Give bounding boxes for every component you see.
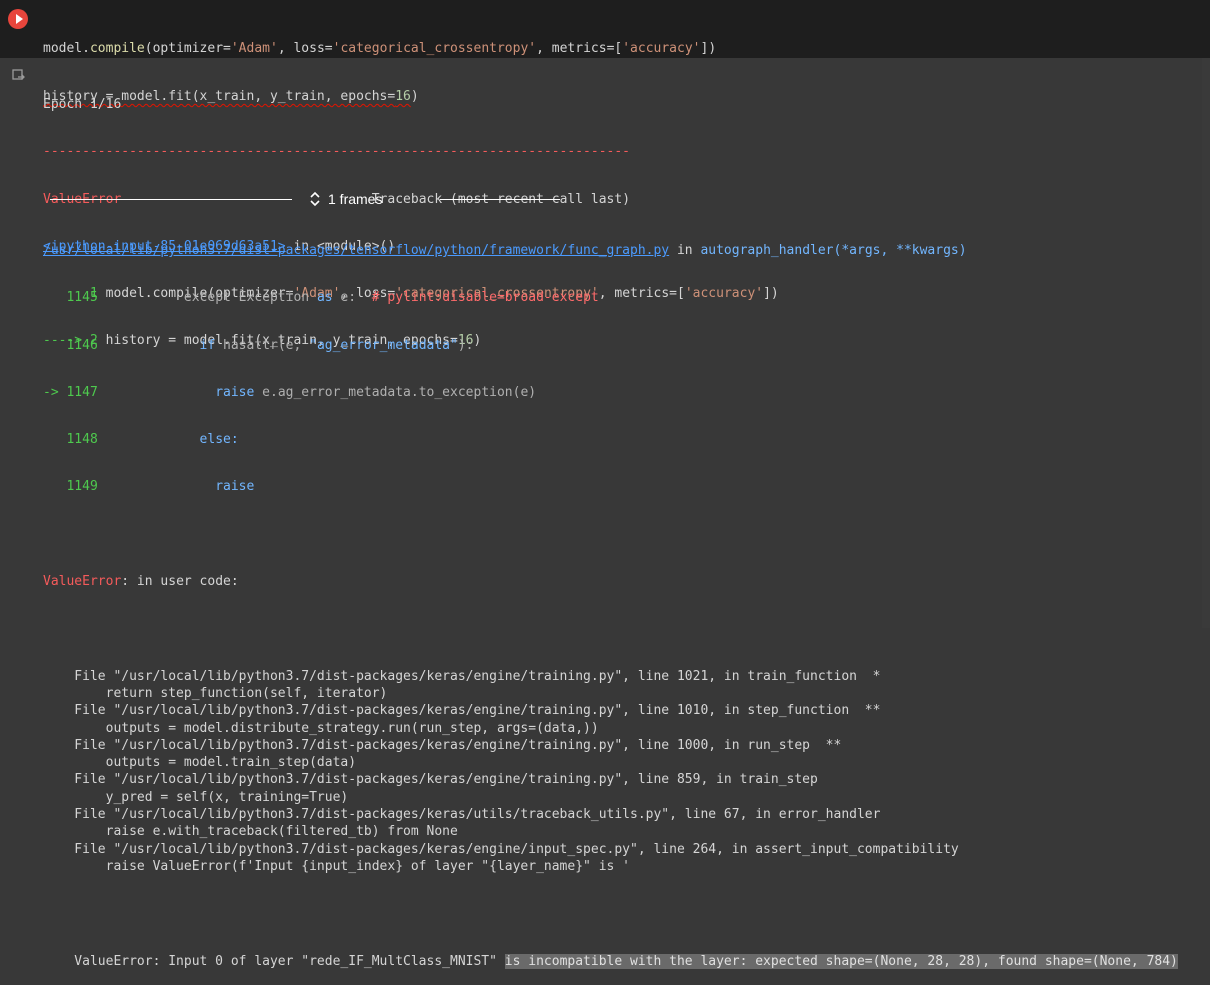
- code-token: raise: [215, 479, 255, 495]
- traceback-line: File "/usr/local/lib/python3.7/dist-pack…: [43, 807, 881, 823]
- run-cell-button[interactable]: [8, 9, 28, 29]
- code-token: hasattr(e,: [215, 337, 310, 353]
- frames-divider: [50, 199, 292, 200]
- output-scrollbar[interactable]: [1202, 58, 1210, 628]
- traceback-line: File "/usr/local/lib/python3.7/dist-pack…: [43, 703, 881, 719]
- code-token: except Exception: [105, 290, 317, 306]
- code-token: , metrics=[: [536, 41, 623, 56]
- line-number: -> 1147: [43, 384, 106, 400]
- line-number: 1148: [43, 432, 106, 448]
- traceback-line: raise ValueError(f'Input {input_index} o…: [43, 858, 630, 874]
- frame-line-1147: -> 1147 raise e.ag_error_metadata.to_exc…: [43, 384, 1203, 401]
- error-message-highlight: is incompatible with the layer: expected…: [504, 953, 1178, 969]
- frame-line-1148: 1148 else:: [43, 431, 1203, 448]
- code-token: e:: [332, 290, 372, 306]
- traceback-line: outputs = model.train_step(data): [43, 755, 357, 771]
- traceback-line: outputs = model.distribute_strategy.run(…: [43, 720, 599, 736]
- line-number: 1149: [43, 479, 106, 495]
- func-graph-link[interactable]: /usr/local/lib/python3.7/dist-packages/t…: [43, 243, 669, 258]
- code-token: e.ag_error_metadata.to_exception(e): [254, 384, 537, 400]
- epoch-line: Epoch 1/16: [43, 97, 122, 112]
- line-number: 1146: [43, 337, 106, 353]
- frame-line-1146: 1146 if hasattr(e, "ag_error_metadata"):: [43, 337, 1203, 354]
- frame-line-1149: 1149 raise: [43, 478, 1203, 495]
- frame-line-1145: 1145 except Exception as e: # pylint:dis…: [43, 289, 1203, 306]
- frames-toggle[interactable]: 1 frames: [50, 191, 560, 207]
- in-user-code-text: : in user code:: [121, 574, 239, 590]
- traceback-separator: ----------------------------------------…: [43, 144, 630, 160]
- frame-location: /usr/local/lib/python3.7/dist-packages/t…: [43, 242, 1203, 259]
- code-token: raise: [215, 384, 255, 400]
- error-name: ValueError: [43, 574, 122, 590]
- in-text: in: [669, 243, 701, 258]
- code-token: , loss=: [277, 41, 333, 56]
- traceback-line: File "/usr/local/lib/python3.7/dist-pack…: [43, 668, 881, 684]
- traceback-line: File "/usr/local/lib/python3.7/dist-pack…: [43, 841, 959, 857]
- cell-output-frames: /usr/local/lib/python3.7/dist-packages/t…: [43, 212, 1203, 985]
- traceback-line: raise e.with_traceback(filtered_tb) from…: [43, 824, 458, 840]
- code-token: 'Adam': [230, 41, 278, 56]
- code-token: (optimizer=: [144, 41, 231, 56]
- frames-label[interactable]: 1 frames: [328, 191, 382, 207]
- code-cell[interactable]: model.compile(optimizer='Adam', loss='ca…: [0, 0, 1210, 104]
- code-token: ]): [700, 41, 717, 56]
- code-token: as: [316, 290, 333, 306]
- error-message: ValueError: Input 0 of layer "rede_IF_Mu…: [43, 953, 505, 969]
- code-token: ):: [457, 337, 474, 353]
- line-number: 1145: [43, 290, 106, 306]
- traceback-line: File "/usr/local/lib/python3.7/dist-pack…: [43, 737, 842, 753]
- code-token: "ag_error_metadata": [309, 337, 458, 353]
- code-token: model.: [43, 41, 90, 56]
- last-error-line: ValueError: Input 0 of layer "rede_IF_Mu…: [43, 953, 1203, 970]
- code-token: if: [199, 337, 216, 353]
- code-token: else:: [199, 432, 239, 448]
- final-error-line: ValueError: in user code:: [43, 573, 1203, 590]
- traceback-line: File "/usr/local/lib/python3.7/dist-pack…: [43, 772, 818, 788]
- frames-divider: [440, 199, 560, 200]
- traceback-line: return step_function(self, iterator): [43, 685, 388, 701]
- output-toggle-icon[interactable]: [12, 69, 26, 83]
- user-code-traceback: File "/usr/local/lib/python3.7/dist-pack…: [43, 668, 1203, 876]
- code-token: # pylint:disable=broad-except: [371, 290, 599, 306]
- code-line-1[interactable]: model.compile(optimizer='Adam', loss='ca…: [43, 40, 1203, 58]
- code-token: 'accuracy': [622, 41, 701, 56]
- code-token: compile: [89, 41, 145, 56]
- traceback-line: y_pred = self(x, training=True): [43, 789, 349, 805]
- expand-collapse-icon[interactable]: [308, 191, 322, 207]
- handler-name: autograph_handler(*args, **kwargs): [700, 243, 967, 258]
- code-token: 'categorical_crossentropy': [332, 41, 537, 56]
